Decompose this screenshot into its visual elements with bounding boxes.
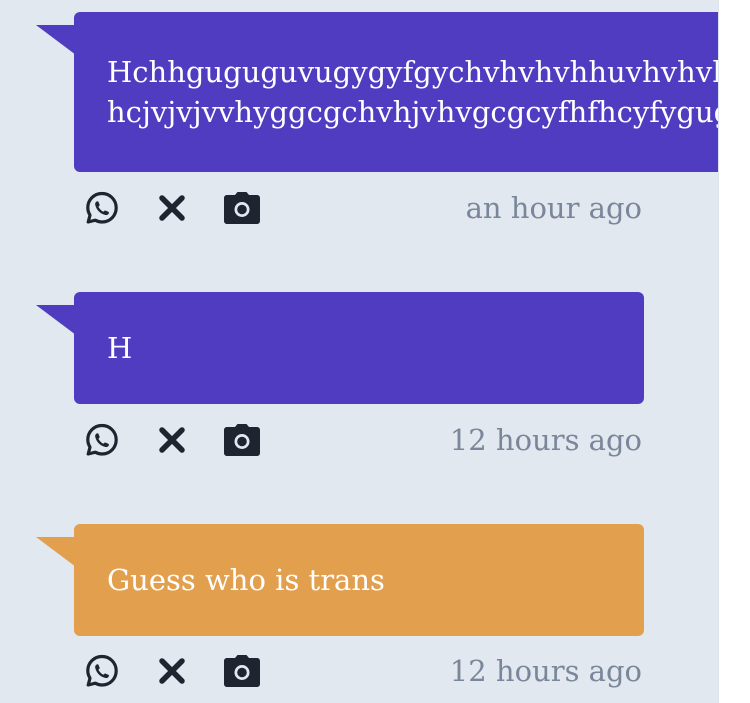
close-icon — [159, 427, 185, 453]
camera-icon — [224, 424, 260, 456]
camera-button[interactable] — [222, 188, 262, 228]
close-icon — [159, 658, 185, 684]
delete-button[interactable] — [152, 188, 192, 228]
message-text-line: H — [107, 331, 133, 365]
delete-button[interactable] — [152, 651, 192, 691]
bubble-tail — [36, 305, 76, 335]
message-bubble: Hchhguguguvugygyfgychvhvhvhhuvhvhvhvhvh … — [74, 12, 718, 172]
message-timestamp: 12 hours ago — [449, 654, 642, 688]
bubble-tail — [36, 25, 76, 55]
camera-button[interactable] — [222, 651, 262, 691]
message-bubble: Guess who is trans — [74, 524, 644, 636]
whatsapp-icon — [86, 423, 118, 456]
message-text-line: Guess who is trans — [107, 563, 385, 597]
whatsapp-share-button[interactable] — [82, 188, 122, 228]
message-timestamp: an hour ago — [465, 191, 642, 225]
message-actions — [82, 420, 292, 460]
message-bubble: H — [74, 292, 644, 404]
camera-icon — [224, 192, 260, 224]
whatsapp-icon — [86, 654, 118, 687]
message-feed: Hchhguguguvugygyfgychvhvhvhhuvhvhvhvhvh … — [0, 0, 718, 703]
side-panel — [718, 0, 750, 703]
camera-button[interactable] — [222, 420, 262, 460]
bubble-tail — [36, 537, 76, 567]
whatsapp-icon — [86, 191, 118, 224]
message-timestamp: 12 hours ago — [449, 423, 642, 457]
message-actions — [82, 188, 292, 228]
whatsapp-share-button[interactable] — [82, 420, 122, 460]
whatsapp-share-button[interactable] — [82, 651, 122, 691]
message-text-line: Hchhguguguvugygyfgychvhvhvhhuvhvhvhvhvh — [107, 55, 718, 89]
close-icon — [159, 195, 185, 221]
message-actions — [82, 651, 292, 691]
message-text-line: hcjvjvjvvhyggcgchvhjvhvgcgcyfhfhcyfygugv… — [107, 95, 718, 129]
camera-icon — [224, 655, 260, 687]
delete-button[interactable] — [152, 420, 192, 460]
